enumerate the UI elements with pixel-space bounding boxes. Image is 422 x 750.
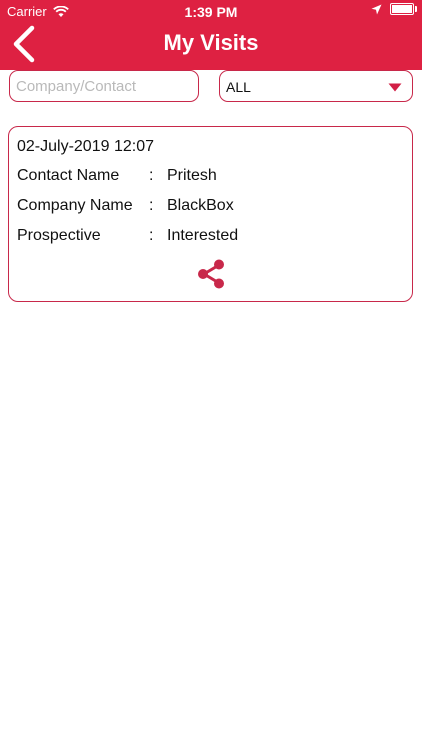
- visit-datetime: 02-July-2019 12:07: [17, 138, 154, 155]
- page-title: My Visits: [163, 30, 259, 55]
- contact-name-label: Contact Name: [17, 167, 120, 184]
- field-separator: :: [149, 197, 154, 214]
- company-name-row: Company Name : BlackBox: [17, 197, 397, 217]
- prospective-row: Prospective : Interested: [17, 227, 397, 247]
- search-input[interactable]: [9, 70, 199, 102]
- location-arrow-icon: [371, 4, 382, 14]
- prospective-value: Interested: [167, 227, 239, 244]
- status-filter-value: ALL: [226, 79, 251, 95]
- contact-name-row: Contact Name : Pritesh: [17, 167, 397, 187]
- status-filter-dropdown[interactable]: ALL: [219, 70, 413, 102]
- company-name-value: BlackBox: [167, 197, 234, 214]
- status-right-group: [371, 3, 417, 15]
- share-icon: [198, 259, 224, 289]
- share-button[interactable]: [195, 258, 227, 290]
- app-header: Carrier 1:39 PM My Visits: [0, 0, 422, 70]
- caret-down-icon: [388, 83, 402, 92]
- visit-card[interactable]: 02-July-2019 12:07 Contact Name : Prites…: [8, 126, 413, 302]
- status-bar: Carrier 1:39 PM: [0, 0, 422, 22]
- prospective-label: Prospective: [17, 227, 101, 244]
- field-separator: :: [149, 227, 154, 244]
- contact-name-value: Pritesh: [167, 167, 217, 184]
- field-separator: :: [149, 167, 154, 184]
- status-time: 1:39 PM: [184, 4, 238, 20]
- battery-icon: [390, 3, 417, 15]
- company-name-label: Company Name: [17, 197, 133, 214]
